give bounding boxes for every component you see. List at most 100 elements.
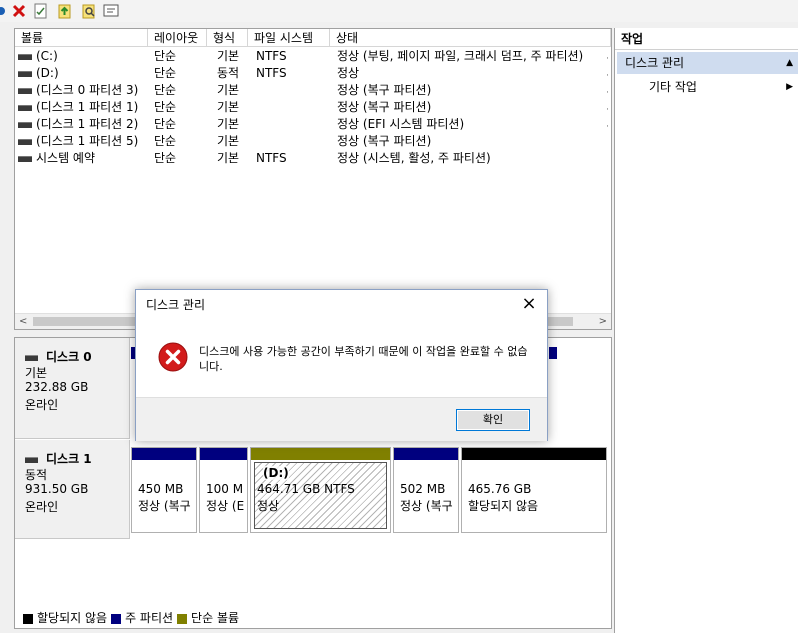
status-cell: 정상 (EFI 시스템 파티션) <box>337 117 465 131</box>
volume-name: (디스크 1 파티션 5) <box>36 134 139 148</box>
legend-label: 주 파티션 <box>125 611 174 625</box>
partition-size: 502 MB <box>400 482 446 496</box>
volume-list[interactable]: 볼륨 레이아웃 형식 파일 시스템 상태 (C:) 단순 기본 NTFS 정상 (부팅,… <box>14 28 612 330</box>
column-header-layout[interactable]: 레이아웃 <box>148 29 207 47</box>
fs-cell: NTFS <box>256 151 287 165</box>
volume-icon <box>18 70 32 77</box>
column-header-volume[interactable]: 볼륨 <box>15 29 148 47</box>
partition-size: 450 MB <box>138 482 184 496</box>
volume-row[interactable]: (디스크 0 파티션 3) 단순 기본 정상 (복구 파티션) <box>15 82 611 99</box>
partition-status: 정상 <box>257 499 280 513</box>
status-cell: 정상 <box>337 66 360 80</box>
action-pane: 작업 디스크 관리 ▲ 기타 작업 ▶ <box>614 28 798 633</box>
properties-icon[interactable] <box>32 2 50 20</box>
disk-1-partition[interactable]: 450 MB 정상 (복구 <box>131 447 197 533</box>
partition-type-bar <box>132 448 196 460</box>
ok-button[interactable]: 확인 <box>456 409 530 431</box>
type-cell: 기본 <box>217 117 240 131</box>
search-icon[interactable] <box>80 2 98 20</box>
status-cell: 정상 (복구 파티션) <box>337 83 432 97</box>
volume-cell: 시스템 예약 <box>15 150 95 167</box>
disk-1-label[interactable]: 디스크 1 동적 931.50 GB 온라인 <box>15 440 130 539</box>
legend-label: 단순 볼륨 <box>191 611 240 625</box>
volume-row[interactable]: (디스크 1 파티션 2) 단순 기본 정상 (EFI 시스템 파티션) <box>15 116 611 133</box>
legend-swatch <box>177 613 188 624</box>
type-cell: 동적 <box>217 66 240 80</box>
disk-icon <box>25 456 38 463</box>
legend-label: 할당되지 않음 <box>37 611 108 625</box>
type-cell: 기본 <box>217 49 240 63</box>
volume-icon <box>18 104 32 111</box>
volume-name: (디스크 0 파티션 3) <box>36 83 139 97</box>
volume-cell: (디스크 1 파티션 5) <box>15 133 138 150</box>
dialog-footer: 확인 <box>136 397 547 441</box>
disk-1-partition[interactable]: 465.76 GB 할당되지 않음 <box>461 447 607 533</box>
partition-size: 465.76 GB <box>468 482 532 496</box>
error-dialog: 디스크 관리 × 디스크에 사용 가능한 공간이 부족하기 때문에 이 작업을 … <box>135 289 548 441</box>
status-cell: 정상 (부팅, 페이지 파일, 크래시 덤프, 주 파티션) <box>337 49 584 63</box>
partition-type-bar <box>200 448 247 460</box>
disk-1-kind: 동적 <box>25 468 48 482</box>
column-header-filesystem[interactable]: 파일 시스템 <box>248 29 330 47</box>
volume-row[interactable]: (디스크 1 파티션 1) 단순 기본 정상 (복구 파티션) <box>15 99 611 116</box>
disk-1-partition[interactable]: 502 MB 정상 (복구 <box>393 447 459 533</box>
layout-cell: 단순 <box>154 66 177 80</box>
disk-0-size: 232.88 GB <box>25 380 89 394</box>
settings-icon[interactable] <box>102 2 120 20</box>
volume-icon <box>18 121 32 128</box>
disk-0-kind: 기본 <box>25 366 48 380</box>
partition-type-bar <box>394 448 458 460</box>
volume-name: 시스템 예약 <box>36 151 96 165</box>
disk-0-name: 디스크 0 <box>46 350 92 364</box>
scroll-left-icon[interactable]: < <box>19 314 27 329</box>
layout-cell: 단순 <box>154 117 177 131</box>
volume-cell: (디스크 0 파티션 3) <box>15 82 138 99</box>
fs-cell: NTFS <box>256 66 287 80</box>
volume-name: (디스크 1 파티션 1) <box>36 100 139 114</box>
collapse-up-icon[interactable]: ▲ <box>786 52 793 74</box>
up-icon[interactable] <box>56 2 74 20</box>
toolbar <box>0 0 798 22</box>
partition-size: 464.71 GB NTFS <box>257 482 355 496</box>
submenu-arrow-icon: ▶ <box>786 82 793 92</box>
disk-1-partition[interactable]: (D:) 464.71 GB NTFS 정상 <box>250 447 391 533</box>
partition-type-bar <box>462 448 606 460</box>
volume-row[interactable]: (디스크 1 파티션 5) 단순 기본 정상 (복구 파티션) <box>15 133 611 150</box>
back-arrow-icon[interactable] <box>0 2 10 20</box>
layout-cell: 단순 <box>154 151 177 165</box>
layout-cell: 단순 <box>154 49 177 63</box>
partition-type-bar <box>251 448 390 460</box>
volume-name: (D:) <box>36 66 59 80</box>
disk-1-partition[interactable]: 100 M 정상 (E <box>199 447 248 533</box>
error-icon <box>158 342 188 372</box>
disk-icon <box>25 354 38 361</box>
legend-swatch <box>111 613 122 624</box>
partition-status: 정상 (E <box>206 499 245 513</box>
volume-name: (C:) <box>36 49 58 63</box>
action-more-actions[interactable]: 기타 작업 ▶ <box>649 78 797 96</box>
layout-cell: 단순 <box>154 83 177 97</box>
volume-row[interactable]: (D:) 단순 동적 NTFS 정상 <box>15 65 611 82</box>
type-cell: 기본 <box>217 134 240 148</box>
type-cell: 기본 <box>217 151 240 165</box>
fs-cell: NTFS <box>256 49 287 63</box>
column-header-status[interactable]: 상태 <box>330 29 611 47</box>
action-pane-title: 작업 <box>615 28 798 50</box>
volume-cell: (D:) <box>15 65 59 82</box>
volume-row[interactable]: 시스템 예약 단순 기본 NTFS 정상 (시스템, 활성, 주 파티션) <box>15 150 611 167</box>
volume-name: (디스크 1 파티션 2) <box>36 117 139 131</box>
volume-row[interactable]: (C:) 단순 기본 NTFS 정상 (부팅, 페이지 파일, 크래시 덤프, 주 파티… <box>15 48 611 65</box>
action-section-disk-management[interactable]: 디스크 관리 ▲ <box>617 52 798 74</box>
volume-icon <box>18 138 32 145</box>
close-icon[interactable]: × <box>515 292 543 316</box>
column-header-type[interactable]: 형식 <box>207 29 248 47</box>
disk-0-label[interactable]: 디스크 0 기본 232.88 GB 온라인 <box>15 338 130 439</box>
delete-icon[interactable] <box>10 2 28 20</box>
layout-cell: 단순 <box>154 134 177 148</box>
scroll-right-icon[interactable]: > <box>599 314 607 329</box>
layout-cell: 단순 <box>154 100 177 114</box>
volume-icon <box>18 53 32 60</box>
disk-1-size: 931.50 GB <box>25 482 89 496</box>
type-cell: 기본 <box>217 83 240 97</box>
action-item-label: 기타 작업 <box>649 80 697 94</box>
